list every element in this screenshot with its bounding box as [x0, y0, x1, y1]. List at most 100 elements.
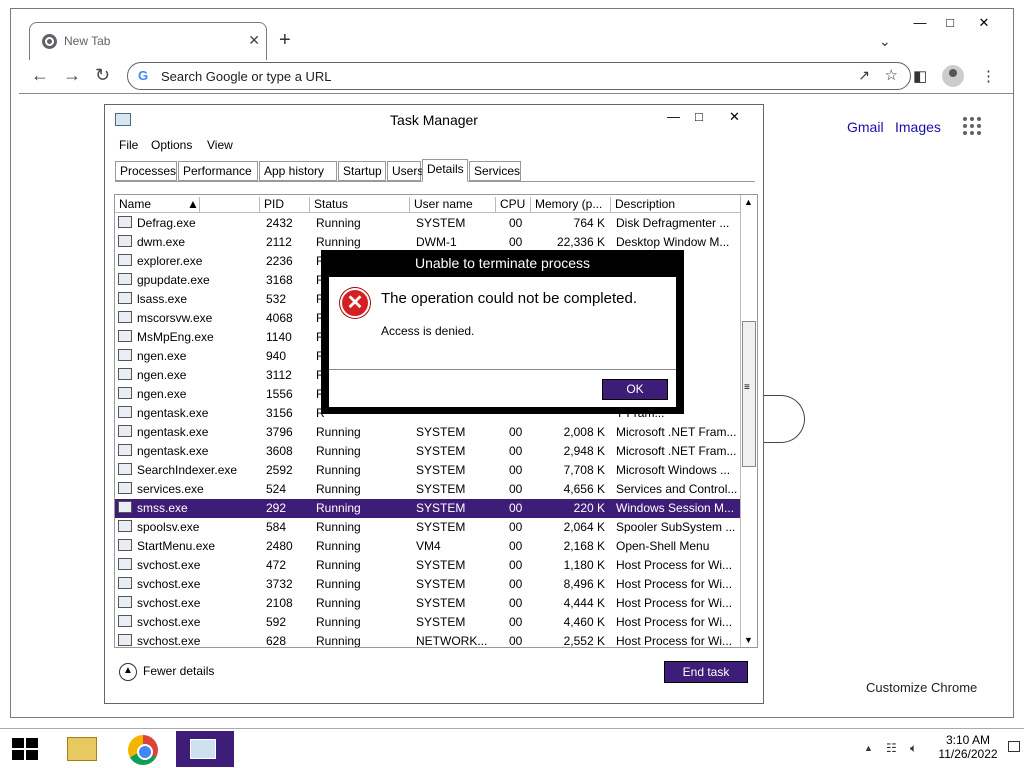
scroll-down-icon[interactable]: ▼: [744, 635, 753, 645]
tab-users[interactable]: Users: [387, 161, 423, 181]
cell-mem: 1,180 K: [563, 558, 605, 572]
tab-app-history[interactable]: App history: [259, 161, 337, 181]
table-row[interactable]: svchost.exe 3732 Running SYSTEM 00 8,496 K Hos…: [115, 575, 741, 594]
taskbar-file-explorer[interactable]: [54, 731, 106, 767]
tab-search-chevron-icon[interactable]: ⌄: [879, 33, 891, 50]
ok-button[interactable]: OK: [602, 379, 668, 400]
fewer-details-label: Fewer details: [143, 664, 215, 679]
taskbar-task-manager[interactable]: [176, 731, 234, 767]
address-bar[interactable]: G Search Google or type a URL ↗ ☆: [127, 62, 911, 90]
windows-start-icon[interactable]: [12, 738, 38, 760]
process-icon: [118, 292, 132, 304]
end-task-button[interactable]: End task: [664, 661, 748, 683]
scroll-up-icon[interactable]: ▲: [744, 197, 753, 207]
system-clock[interactable]: 3:10 AM 11/26/2022: [930, 733, 1006, 761]
menu-file[interactable]: File: [119, 138, 138, 152]
col-user[interactable]: User name: [410, 197, 496, 213]
cell-pid: 2480: [266, 539, 293, 553]
tray-show-hidden-icon[interactable]: ▲: [864, 743, 873, 753]
process-icon: [118, 273, 132, 285]
gmail-link[interactable]: Gmail: [847, 119, 884, 135]
back-icon[interactable]: ←: [31, 65, 49, 86]
volume-icon[interactable]: 🔈︎: [910, 741, 917, 756]
new-tab-icon[interactable]: +: [279, 29, 291, 52]
process-icon: [118, 558, 132, 570]
cell-cpu: 00: [509, 577, 523, 591]
notification-icon[interactable]: [1008, 741, 1020, 752]
tm-close-icon[interactable]: ✕: [729, 109, 740, 125]
menu-kebab-icon[interactable]: ⋮: [981, 67, 996, 85]
table-row[interactable]: Defrag.exe 2432 Running SYSTEM 00 764 K Disk D…: [115, 214, 741, 233]
cell-user: SYSTEM: [416, 501, 466, 515]
tab-title: New Tab: [64, 34, 111, 48]
profile-avatar-icon[interactable]: [942, 65, 964, 87]
process-icon: [118, 596, 132, 608]
cell-desc: Host Process for Wi...: [616, 577, 733, 591]
tm-maximize-icon[interactable]: □: [695, 109, 703, 124]
process-icon: [118, 577, 132, 589]
table-row[interactable]: ngentask.exe 3608 Running SYSTEM 00 2,948 K Mi…: [115, 442, 741, 461]
network-icon[interactable]: ☷: [886, 741, 897, 755]
col-description[interactable]: Description: [611, 197, 741, 213]
cell-pid: 292: [266, 501, 287, 515]
col-pid[interactable]: PID: [260, 197, 310, 213]
minimize-icon[interactable]: —: [905, 15, 935, 30]
menu-view[interactable]: View: [207, 138, 233, 152]
table-row[interactable]: smss.exe 292 Running SYSTEM 00 220 K Windows S…: [115, 499, 741, 518]
col-memory[interactable]: Memory (p...: [531, 197, 611, 213]
table-row[interactable]: svchost.exe 2108 Running SYSTEM 00 4,444 K Hos…: [115, 594, 741, 613]
vertical-scrollbar[interactable]: ▲ ≡ ▼: [740, 195, 757, 647]
cell-pid: 1140: [266, 330, 292, 344]
menu-options[interactable]: Options: [151, 138, 192, 152]
side-panel-icon[interactable]: ◧: [913, 67, 927, 85]
table-row[interactable]: spoolsv.exe 584 Running SYSTEM 00 2,064 K Spoo…: [115, 518, 741, 537]
close-icon[interactable]: ✕: [969, 15, 999, 31]
process-icon: [118, 539, 132, 551]
reload-icon[interactable]: ↻: [95, 65, 110, 86]
table-row[interactable]: SearchIndexer.exe 2592 Running SYSTEM 00 7,70…: [115, 461, 741, 480]
dialog-body: ✕ The operation could not be completed. …: [329, 277, 676, 369]
table-row[interactable]: services.exe 524 Running SYSTEM 00 4,656 K Ser…: [115, 480, 741, 499]
tab-startup[interactable]: Startup: [338, 161, 386, 181]
cell-cpu: 00: [509, 425, 523, 439]
cell-desc: Host Process for Wi...: [616, 596, 733, 610]
col-status[interactable]: Status: [310, 197, 410, 213]
tab-close-icon[interactable]: ✕: [248, 32, 260, 49]
table-row[interactable]: svchost.exe 628 Running NETWORK... 00 2,552 K…: [115, 632, 741, 648]
folder-icon: [67, 737, 97, 761]
tab-processes[interactable]: Processes: [115, 161, 177, 181]
error-icon: ✕: [340, 288, 370, 318]
tab-performance[interactable]: Performance: [178, 161, 258, 181]
cell-name: svchost.exe: [137, 634, 201, 648]
tab-services[interactable]: Services: [469, 161, 521, 181]
table-row[interactable]: svchost.exe 472 Running SYSTEM 00 1,180 K Host…: [115, 556, 741, 575]
tm-minimize-icon[interactable]: —: [667, 109, 680, 124]
col-cpu[interactable]: CPU: [496, 197, 531, 213]
cell-status: Running: [316, 501, 361, 515]
forward-icon[interactable]: →: [63, 65, 81, 86]
cell-name: svchost.exe: [137, 596, 201, 610]
maximize-icon[interactable]: □: [935, 15, 965, 30]
scroll-thumb[interactable]: ≡: [742, 321, 756, 467]
cell-cpu: 00: [509, 482, 523, 496]
fewer-details-button[interactable]: ▲ Fewer details: [119, 663, 214, 681]
google-apps-icon[interactable]: [963, 117, 981, 135]
taskbar-chrome[interactable]: [116, 731, 168, 767]
cell-cpu: 00: [509, 216, 523, 230]
images-link[interactable]: Images: [895, 119, 941, 135]
tab-details[interactable]: Details: [422, 159, 468, 182]
share-icon[interactable]: ↗: [858, 67, 870, 84]
cell-status: Running: [316, 596, 361, 610]
customize-chrome-button[interactable]: Customize Chrome: [866, 680, 977, 695]
cell-name: ngentask.exe: [137, 425, 209, 439]
sort-ascending-icon: ▲: [183, 197, 200, 213]
cell-status: Running: [316, 463, 361, 477]
bookmark-star-icon[interactable]: ☆: [885, 66, 898, 84]
cell-mem: 2,552 K: [563, 634, 605, 648]
table-row[interactable]: svchost.exe 592 Running SYSTEM 00 4,460 K Host…: [115, 613, 741, 632]
process-icon: [118, 311, 132, 323]
table-row[interactable]: StartMenu.exe 2480 Running VM4 00 2,168 K Open…: [115, 537, 741, 556]
table-row[interactable]: ngentask.exe 3796 Running SYSTEM 00 2,008 K Mi…: [115, 423, 741, 442]
browser-tab[interactable]: New Tab ✕: [29, 22, 267, 60]
cell-name: svchost.exe: [137, 615, 201, 629]
